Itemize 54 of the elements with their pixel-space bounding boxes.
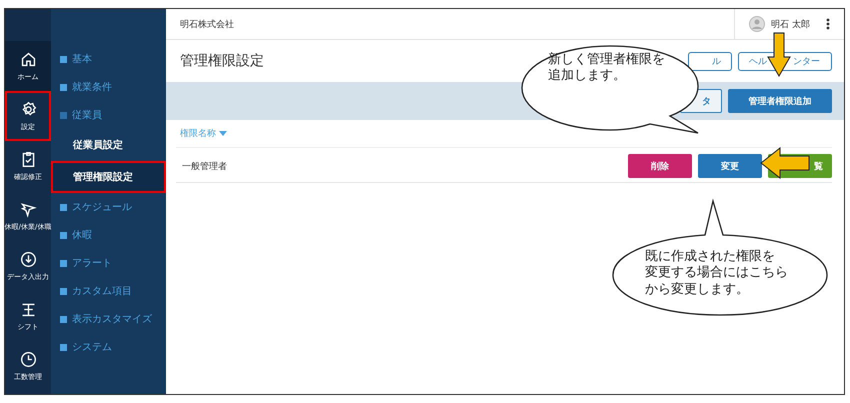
menu-item[interactable]: 就業条件 [51, 73, 166, 101]
action-button[interactable]: 変更 [698, 154, 762, 178]
company-name: 明石株式会社 [180, 18, 234, 30]
page-title: 管理権限設定 [180, 52, 264, 70]
square-icon [60, 56, 67, 62]
sort-caret-icon[interactable] [219, 130, 227, 136]
column-header[interactable]: 権限名称 [180, 127, 216, 140]
square-icon [60, 84, 67, 90]
kanji-icon [20, 300, 36, 318]
download-icon [20, 250, 36, 268]
plane-icon [20, 200, 36, 218]
menu-label: 休暇 [72, 229, 92, 242]
menu-label: 就業条件 [72, 80, 112, 94]
menu-item[interactable]: アラート [51, 249, 166, 277]
toolbar-button[interactable]: 管理者権限追加 [728, 89, 832, 113]
clipboard-check-icon [20, 150, 36, 168]
menu-label: スケジュール [72, 201, 132, 214]
menu-label: カスタム項目 [72, 285, 132, 298]
left-arrow-icon [760, 147, 810, 179]
square-icon [60, 344, 67, 350]
menu-label: システム [72, 341, 112, 354]
submenu-item[interactable]: 管理権限設定 [51, 161, 166, 193]
menu-item[interactable]: システム [51, 333, 166, 361]
square-icon [60, 288, 67, 294]
menu-item[interactable]: 表示カスタマイズ [51, 305, 166, 333]
avatar-icon [749, 16, 766, 32]
menu-item[interactable]: 休暇 [51, 221, 166, 249]
table-cell-text: 一般管理者 [182, 160, 227, 172]
settings-icon [20, 100, 36, 118]
clock-icon [20, 350, 36, 368]
square-icon [60, 232, 67, 238]
callout-text: 追加します。 [548, 68, 626, 84]
square-icon [60, 112, 67, 118]
menu-item[interactable]: 従業員 [51, 101, 166, 129]
menu-item[interactable]: カスタム項目 [51, 277, 166, 305]
home-icon [20, 50, 36, 68]
callout-text: 変更する場合にはこちら [645, 265, 788, 282]
action-button[interactable]: 削除 [628, 154, 692, 178]
square-icon [60, 260, 67, 266]
callout-text: から変更します。 [645, 282, 749, 298]
user-name: 明石 太郎 [771, 18, 810, 30]
menu-label: 表示カスタマイズ [72, 312, 152, 326]
menu-label: 基本 [72, 52, 92, 66]
square-icon [60, 204, 67, 210]
menu-label: アラート [72, 257, 112, 270]
callout-text: 既に作成された権限を [645, 249, 775, 265]
down-arrow-icon [767, 32, 791, 77]
submenu-item[interactable]: 従業員設定 [51, 129, 166, 161]
manual-button[interactable]: ル [688, 52, 732, 70]
square-icon [60, 316, 67, 322]
more-icon[interactable] [826, 18, 830, 30]
menu-item[interactable]: 基本 [51, 45, 166, 73]
menu-item[interactable]: スケジュール [51, 193, 166, 221]
menu-label: 従業員 [72, 108, 102, 122]
